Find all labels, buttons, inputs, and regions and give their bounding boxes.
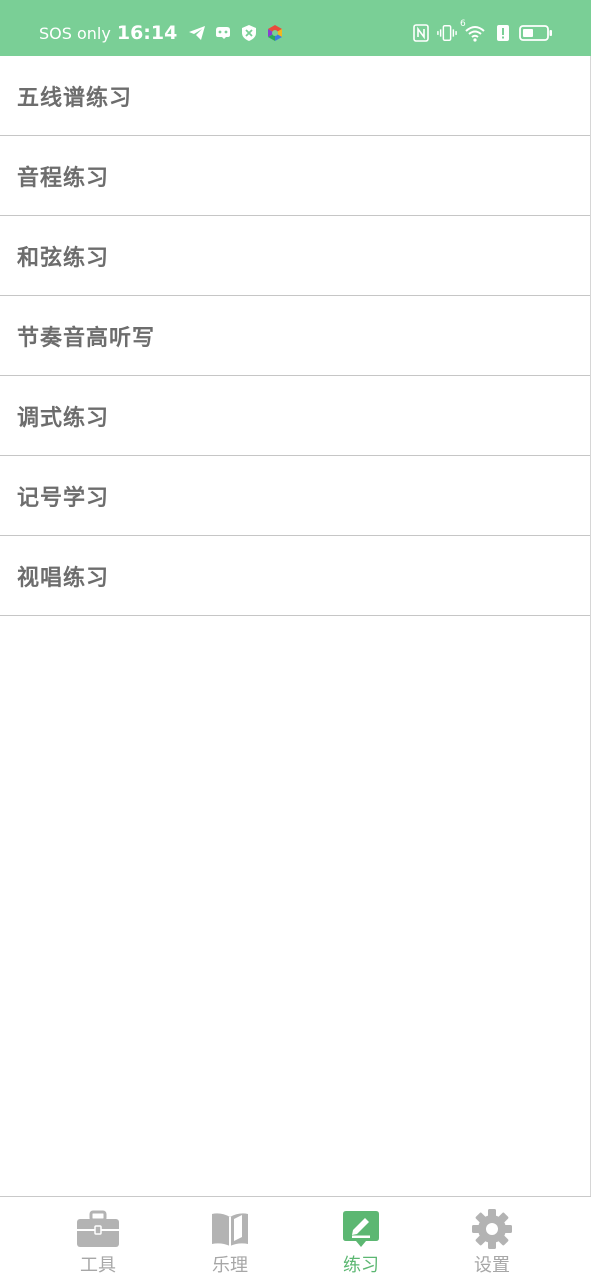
- tab-label: 练习: [343, 1255, 379, 1276]
- tab-label: 工具: [80, 1255, 116, 1276]
- menu-item-interval-practice[interactable]: 音程练习: [0, 136, 590, 216]
- alert-icon: [493, 23, 513, 43]
- menu-item-label: 记号学习: [17, 485, 110, 511]
- clock-text: 16:14: [116, 22, 178, 44]
- menu-item-label: 和弦练习: [17, 245, 110, 271]
- menu-item-label: 调式练习: [17, 405, 110, 431]
- bottom-tab-bar: 工具 乐理 练习 设置: [0, 1196, 591, 1280]
- tab-theory[interactable]: 乐理: [170, 1197, 290, 1281]
- nfc-icon: [411, 23, 431, 43]
- menu-item-mode-practice[interactable]: 调式练习: [0, 376, 590, 456]
- shield-icon: [239, 23, 259, 43]
- menu-item-staff-practice[interactable]: 五线谱练习: [0, 56, 590, 136]
- menu-item-label: 视唱练习: [17, 565, 110, 591]
- toolbox-icon: [76, 1209, 120, 1249]
- tab-tools[interactable]: 工具: [38, 1197, 158, 1281]
- network-type-text: 6: [460, 19, 466, 29]
- practice-menu-list: 五线谱练习 音程练习 和弦练习 节奏音高听写 调式练习 记号学习 视唱练习: [0, 56, 591, 616]
- tab-label: 乐理: [212, 1255, 248, 1276]
- status-bar: SOS only 16:14 6: [0, 0, 591, 56]
- menu-item-label: 音程练习: [17, 165, 110, 191]
- carrier-text: SOS only: [39, 23, 111, 43]
- gear-icon: [471, 1209, 513, 1249]
- book-icon: [209, 1209, 251, 1249]
- battery-icon: [519, 23, 553, 43]
- wifi-icon: 6: [460, 19, 487, 43]
- tab-settings[interactable]: 设置: [432, 1197, 552, 1281]
- vibrate-icon: [437, 23, 457, 43]
- tab-label: 设置: [474, 1255, 510, 1276]
- tab-practice[interactable]: 练习: [301, 1197, 421, 1281]
- menu-item-sight-singing[interactable]: 视唱练习: [0, 536, 590, 616]
- game-controller-icon: [213, 23, 233, 43]
- menu-item-symbol-learning[interactable]: 记号学习: [0, 456, 590, 536]
- menu-item-chord-practice[interactable]: 和弦练习: [0, 216, 590, 296]
- menu-item-label: 节奏音高听写: [17, 325, 156, 351]
- pencil-chat-icon: [342, 1209, 380, 1249]
- menu-item-rhythm-pitch-dictation[interactable]: 节奏音高听写: [0, 296, 590, 376]
- menu-item-label: 五线谱练习: [17, 85, 133, 111]
- colorful-app-icon: [265, 23, 285, 43]
- telegram-icon: [187, 23, 207, 43]
